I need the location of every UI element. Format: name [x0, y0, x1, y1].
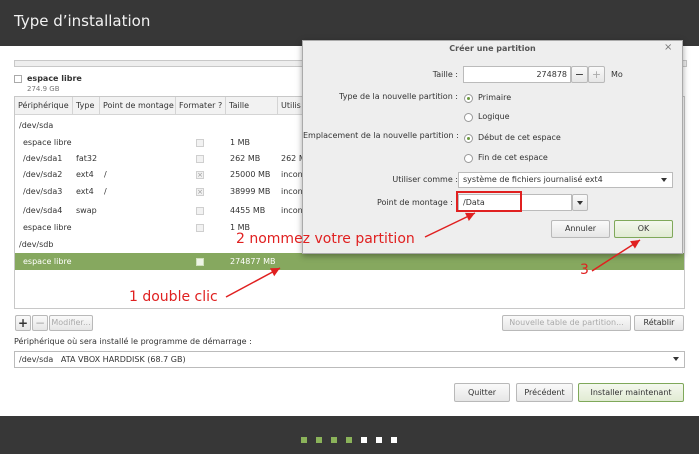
annotation-arrow-1	[225, 267, 281, 298]
annotation-step-3: 3	[580, 262, 589, 278]
annotation-arrows	[225, 212, 641, 298]
annotation-step-2: 2 nommez votre partition	[236, 231, 415, 247]
annotation-step-1: 1 double clic	[129, 289, 218, 305]
annotation-arrow-2	[424, 212, 476, 238]
annotation-arrow-3	[591, 239, 641, 272]
